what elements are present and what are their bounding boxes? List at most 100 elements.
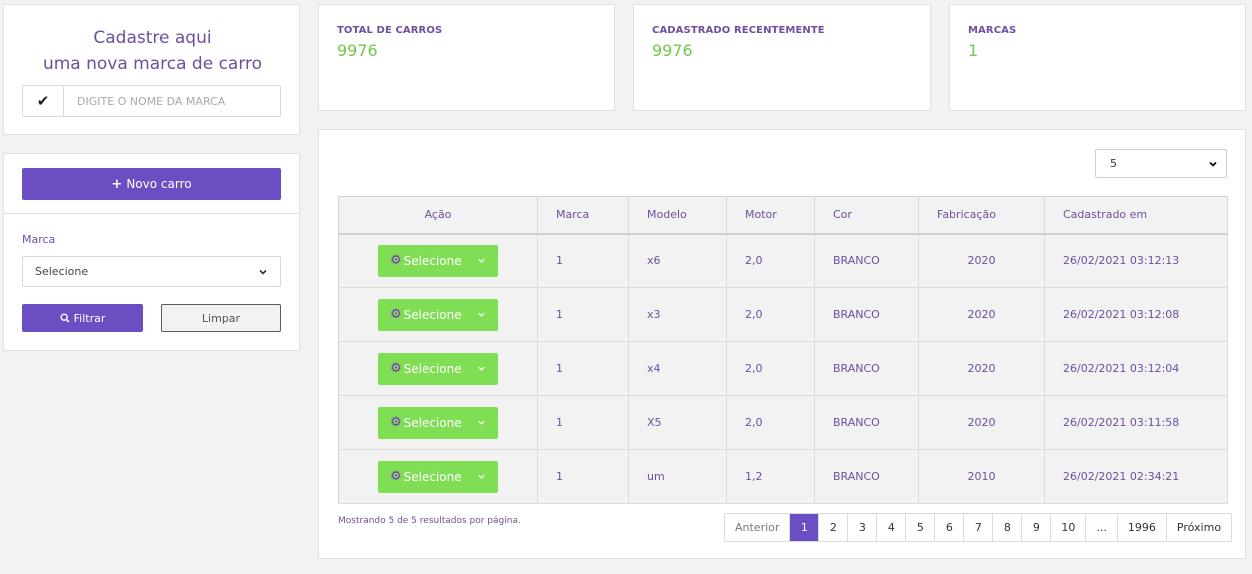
brand-title-line1: Cadastre aqui bbox=[93, 28, 212, 48]
col-header-fabricacao[interactable]: Fabricação bbox=[918, 196, 1045, 235]
marca-label: Marca bbox=[22, 233, 56, 246]
cell-motor: 2,0 bbox=[726, 233, 815, 288]
row-action-label: Selecione bbox=[403, 253, 462, 268]
cell-cadastrado: 26/02/2021 03:12:04 bbox=[1044, 341, 1228, 396]
cars-table-card: 5 Ação Marca Modelo Motor Cor Fabricação… bbox=[318, 129, 1246, 559]
cell-cadastrado: 26/02/2021 03:12:08 bbox=[1044, 287, 1228, 342]
row-action-dropdown[interactable]: ⚙ Selecione bbox=[378, 244, 498, 277]
marca-select[interactable]: Selecione bbox=[22, 256, 281, 287]
pagination-page[interactable]: 4 bbox=[877, 514, 907, 541]
col-header-cadastrado[interactable]: Cadastrado em bbox=[1044, 196, 1228, 235]
stat-label: TOTAL DE CARROS bbox=[337, 25, 443, 36]
cell-motor: 1,2 bbox=[726, 449, 815, 504]
pagination-page[interactable]: 1 bbox=[790, 514, 820, 541]
filter-label: Filtrar bbox=[73, 311, 106, 325]
new-car-button[interactable]: + Novo carro bbox=[22, 168, 281, 200]
stat-value: 1 bbox=[968, 41, 979, 60]
row-action-content: ⚙ Selecione bbox=[390, 361, 462, 376]
page-size-select[interactable]: 5 bbox=[1095, 149, 1227, 178]
stat-label: MARCAS bbox=[968, 25, 1017, 36]
pagination-page[interactable]: 2 bbox=[819, 514, 849, 541]
page-size-value: 5 bbox=[1110, 157, 1117, 170]
cell-marca: 1 bbox=[537, 449, 629, 504]
chevron-down-icon bbox=[478, 366, 485, 371]
pagination-page[interactable]: 5 bbox=[906, 514, 936, 541]
cell-modelo: x6 bbox=[628, 233, 727, 288]
row-action-label: Selecione bbox=[403, 307, 462, 322]
cell-marca: 1 bbox=[537, 395, 629, 450]
action-cell: ⚙ Selecione bbox=[338, 287, 538, 342]
row-action-label: Selecione bbox=[403, 469, 462, 484]
cell-modelo: X5 bbox=[628, 395, 727, 450]
plus-icon: + bbox=[111, 176, 123, 192]
cell-cor: BRANCO bbox=[814, 341, 919, 396]
chevron-down-icon bbox=[478, 420, 485, 425]
col-header-motor[interactable]: Motor bbox=[726, 196, 815, 235]
divider bbox=[4, 213, 299, 214]
marca-select-value: Selecione bbox=[35, 265, 89, 278]
chevron-down-icon bbox=[478, 312, 485, 317]
row-action-label: Selecione bbox=[403, 361, 462, 376]
cell-cadastrado: 26/02/2021 02:34:21 bbox=[1044, 449, 1228, 504]
action-cell: ⚙ Selecione bbox=[338, 395, 538, 450]
search-icon bbox=[60, 313, 70, 323]
col-header-marca[interactable]: Marca bbox=[537, 196, 629, 235]
table-row: ⚙ Selecione 1 x4 2,0 BRANCO 2020 26/02/2021 03:… bbox=[338, 341, 1228, 396]
gears-icon: ⚙ bbox=[390, 307, 402, 322]
stat-card-total-cars: TOTAL DE CARROS 9976 bbox=[318, 4, 615, 111]
row-action-content: ⚙ Selecione bbox=[390, 253, 462, 268]
gears-icon: ⚙ bbox=[390, 469, 402, 484]
chevron-down-icon bbox=[478, 474, 485, 479]
cell-cor: BRANCO bbox=[814, 233, 919, 288]
brand-name-input[interactable] bbox=[64, 86, 280, 116]
cell-fabricacao: 2020 bbox=[918, 395, 1045, 450]
pagination-ellipsis[interactable]: ... bbox=[1086, 514, 1118, 541]
cell-marca: 1 bbox=[537, 233, 629, 288]
pagination-next[interactable]: Próximo bbox=[1167, 514, 1231, 541]
action-cell: ⚙ Selecione bbox=[338, 233, 538, 288]
row-action-dropdown[interactable]: ⚙ Selecione bbox=[378, 460, 498, 493]
pagination-page[interactable]: 3 bbox=[848, 514, 878, 541]
cell-motor: 2,0 bbox=[726, 287, 815, 342]
pagination-page[interactable]: 10 bbox=[1051, 514, 1087, 541]
table-header-row: Ação Marca Modelo Motor Cor Fabricação C… bbox=[338, 196, 1228, 235]
clear-button[interactable]: Limpar bbox=[161, 304, 281, 332]
cell-fabricacao: 2020 bbox=[918, 341, 1045, 396]
row-action-dropdown[interactable]: ⚙ Selecione bbox=[378, 352, 498, 385]
filter-button[interactable]: Filtrar bbox=[22, 304, 143, 332]
row-action-content: ⚙ Selecione bbox=[390, 415, 462, 430]
action-cell: ⚙ Selecione bbox=[338, 341, 538, 396]
row-action-dropdown[interactable]: ⚙ Selecione bbox=[378, 406, 498, 439]
stat-card-recent: CADASTRADO RECENTEMENTE 9976 bbox=[633, 4, 931, 111]
check-icon[interactable]: ✔ bbox=[23, 86, 64, 116]
row-action-content: ⚙ Selecione bbox=[390, 307, 462, 322]
col-header-acao[interactable]: Ação bbox=[338, 196, 538, 235]
cars-table: Ação Marca Modelo Motor Cor Fabricação C… bbox=[338, 196, 1228, 504]
cell-fabricacao: 2020 bbox=[918, 287, 1045, 342]
stat-card-brands: MARCAS 1 bbox=[949, 4, 1246, 111]
results-summary: Mostrando 5 de 5 resultados por página. bbox=[338, 516, 521, 526]
gears-icon: ⚙ bbox=[390, 361, 402, 376]
cell-cor: BRANCO bbox=[814, 449, 919, 504]
action-cell: ⚙ Selecione bbox=[338, 449, 538, 504]
pagination-page[interactable]: 8 bbox=[993, 514, 1023, 541]
pagination-page[interactable]: 7 bbox=[964, 514, 994, 541]
cell-modelo: x4 bbox=[628, 341, 727, 396]
pagination-page[interactable]: 9 bbox=[1022, 514, 1052, 541]
table-row: ⚙ Selecione 1 um 1,2 BRANCO 2010 26/02/2021 02:… bbox=[338, 449, 1228, 504]
brand-register-card: Cadastre aqui uma nova marca de carro ✔ bbox=[3, 4, 300, 135]
row-action-content: ⚙ Selecione bbox=[390, 469, 462, 484]
row-action-label: Selecione bbox=[403, 415, 462, 430]
row-action-dropdown[interactable]: ⚙ Selecione bbox=[378, 298, 498, 331]
filter-card: + Novo carro Marca Selecione Filtrar Lim… bbox=[3, 153, 300, 351]
col-header-modelo[interactable]: Modelo bbox=[628, 196, 727, 235]
brand-register-title: Cadastre aqui uma nova marca de carro bbox=[4, 25, 301, 77]
cell-modelo: um bbox=[628, 449, 727, 504]
cell-marca: 1 bbox=[537, 287, 629, 342]
brand-input-group: ✔ bbox=[22, 85, 281, 117]
pagination-previous[interactable]: Anterior bbox=[725, 514, 791, 541]
col-header-cor[interactable]: Cor bbox=[814, 196, 919, 235]
pagination-page[interactable]: 1996 bbox=[1118, 514, 1167, 541]
pagination-page[interactable]: 6 bbox=[935, 514, 965, 541]
pagination: Anterior 1 2 3 4 5 6 7 8 9 10... 1996 Próximo bbox=[724, 513, 1233, 542]
